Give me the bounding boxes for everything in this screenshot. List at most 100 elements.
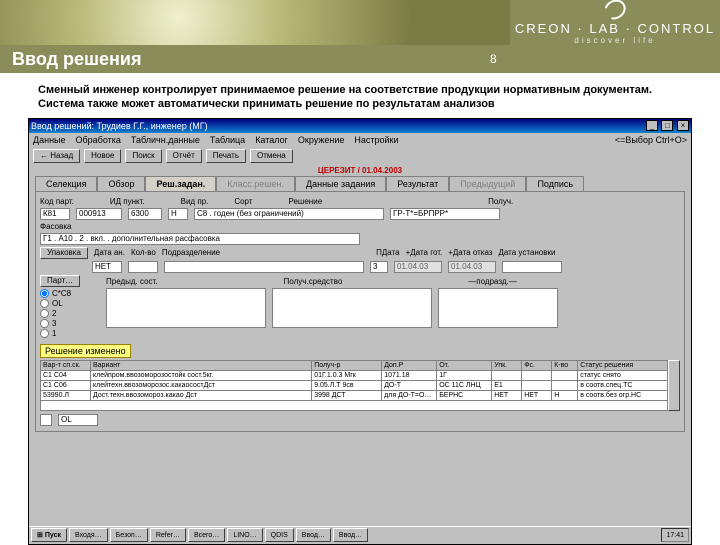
table-row[interactable]: 53990.ЛДост.техн.ввозомороз.какао Дст399… [41,390,668,400]
close-icon[interactable]: × [677,120,689,131]
lbl-pdata: ПДата [376,248,399,257]
status-badge: Решение изменено [40,344,131,358]
slide-description: Сменный инженер контролирует принимаемое… [0,73,720,118]
app-window: Ввод решений: Трудиев Г.Г., инженер (МГ)… [28,118,692,545]
lbl-dataan: Дата ан. [94,248,125,257]
radio-opt[interactable]: С*С8 [40,289,100,298]
tab-overview[interactable]: Обзор [97,176,145,191]
slide-banner: CREON · LAB · CONTROL discover life [0,0,720,45]
app-titlebar[interactable]: Ввод решений: Трудиев Г.Г., инженер (МГ)… [29,119,691,133]
toolbar-right[interactable]: <=Выбор Ctrl+O> [615,135,687,145]
fld-poluch[interactable]: ГР-Т*=БРПРР* [390,208,500,220]
radio-opt[interactable]: 1 [40,329,100,338]
clock: 17:41 [666,532,684,539]
lbl-vidpo: Вид пр. [181,197,209,206]
tab-result[interactable]: Результат [386,176,449,191]
fld-fasovka[interactable]: Г1 . А10 . 2 . вкл. . дополнительная рас… [40,233,360,245]
banner-image [0,0,510,45]
lbl-podr2: —подразд.— [468,277,516,286]
back-button[interactable]: ← Назад [33,149,80,163]
lbl-kolvo: Кол-во [131,248,156,257]
table-row[interactable]: С1 С06клейтехн.ввозоморозос.какаосостДст… [41,380,668,390]
lbl-kodpart: Код парт. [40,197,74,206]
table-head: Вар-т сп.ск. Вариант Получ-р Доп.Р От. У… [41,360,668,370]
box-podr[interactable] [438,288,558,328]
slide-title: Ввод решения [12,49,141,70]
menu-item[interactable]: Обработка [76,135,121,145]
menu-item[interactable]: Табличн.данные [131,135,200,145]
tab-prev[interactable]: Предыдущий [449,176,526,191]
box-poluchsr[interactable] [272,288,432,328]
btn-part[interactable]: Парт… [40,275,80,287]
btn-upak[interactable]: Упаковка [40,247,88,259]
tab-strip: Селекция Обзор Реш.задан. Класс.решен. Д… [29,176,691,191]
slide-page: 8 [490,52,497,66]
tab-klass[interactable]: Класс.решен. [216,176,295,191]
lbl-prev: Предыд. сост. [106,277,158,286]
menu-bar: Данные Обработка Табличн.данные Таблица … [29,133,691,147]
radio-opt[interactable]: OL [40,299,100,308]
fld-podr[interactable] [164,261,364,273]
context-line: ЦЕРЕЗИТ / 01.04.2003 [29,165,691,176]
lbl-poluchsr: Получ.средство [284,277,343,286]
fld-vidpo[interactable]: 6300 [128,208,162,220]
radio-opt[interactable]: 3 [40,319,100,328]
cancel-button[interactable]: Отмена [250,149,293,163]
toolbar: ← Назад Новое Поиск Отчёт Печать Отмена [29,147,691,165]
lbl-idpyt: ИД пункт. [110,197,145,206]
row-block-vals: НЕТ 3 01.04.03 01.04.03 [40,261,680,273]
slide-titlebar: Ввод решения 8 [0,45,720,73]
fld-reshenie[interactable]: С8 . годен (без ограничений) [194,208,384,220]
new-button[interactable]: Новое [84,149,121,163]
menu-item[interactable]: Данные [33,135,66,145]
app-title-text: Ввод решений: Трудиев Г.Г., инженер (МГ) [31,121,208,131]
fld-datagot[interactable]: 01.04.03 [394,261,442,273]
maximize-icon[interactable]: □ [661,120,673,131]
report-button[interactable]: Отчёт [166,149,202,163]
lbl-dataotk: +Дата отказ [448,248,492,257]
menu-item[interactable]: Настройки [354,135,398,145]
table-scrollbar[interactable] [668,360,680,411]
tab-selection[interactable]: Селекция [35,176,97,191]
lbl-fasovka: Фасовка [40,222,680,231]
lbl-dataust: Дата установки [498,248,555,257]
search-button[interactable]: Поиск [125,149,161,163]
print-button[interactable]: Печать [206,149,246,163]
lbl-poluch: Получ. [488,197,513,206]
empty-area [29,436,691,526]
tab-sign[interactable]: Подпись [526,176,584,191]
radio-group: С*С8 OL 2 3 1 [40,289,100,338]
lbl-datagot: +Дата гот. [406,248,443,257]
table-row[interactable] [41,400,668,410]
windows-icon: ⊞ [37,531,43,539]
fld-kodpart[interactable]: К81 [40,208,70,220]
menu-item[interactable]: Каталог [255,135,288,145]
tab-data[interactable]: Данные задания [295,176,386,191]
decision-table: Вар-т сп.ск. Вариант Получ-р Доп.Р От. У… [40,360,668,411]
fld-pdata[interactable]: 3 [370,261,388,273]
row-block-labels: Упаковка Дата ан. Кол-во Подразделение П… [40,247,680,259]
minimize-icon[interactable]: _ [646,120,658,131]
fld-kolvo[interactable] [128,261,158,273]
brand-tag: discover life [574,36,655,45]
tab-resh[interactable]: Реш.задан. [145,176,216,191]
fld-bottom-sel[interactable]: OL [58,414,98,426]
row-ids: Код парт. ИД пункт. Вид пр. Сорт Решение… [40,197,680,206]
menu-item[interactable]: Таблица [210,135,245,145]
fld-dataan[interactable]: НЕТ [92,261,122,273]
fld-dataust[interactable] [502,261,562,273]
brand-block: CREON · LAB · CONTROL discover life [510,0,720,45]
brand-logo-icon [601,0,630,23]
menu-item[interactable]: Окружение [298,135,344,145]
lbl-resh: Решение [289,197,323,206]
fld-idpyt[interactable]: 000913 [76,208,122,220]
fld-sort[interactable]: Н [168,208,188,220]
radio-opt[interactable]: 2 [40,309,100,318]
row-ids-vals: К81 000913 6300 Н С8 . годен (без ограни… [40,208,680,220]
table-row[interactable]: С1 С04клейпром.ввозоморозостойк сост.5кг… [41,370,668,380]
taskbar: ⊞ Пуск Входя… Безоп… Refer… Всего… LINO…… [29,526,691,544]
checkbox[interactable] [40,414,52,426]
box-prev[interactable] [106,288,266,328]
fld-dataotk[interactable]: 01.04.03 [448,261,496,273]
window-buttons: _ □ × [645,120,689,131]
